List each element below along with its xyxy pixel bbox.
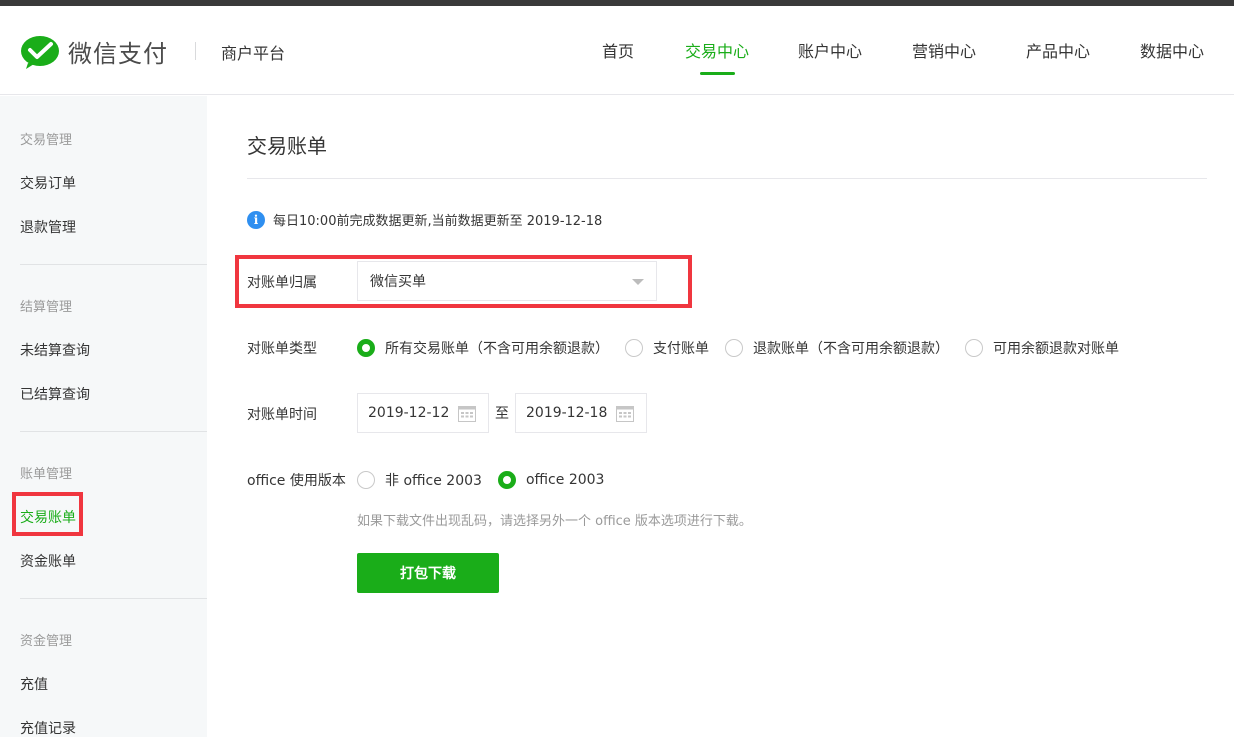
radio-label: 所有交易账单（不含可用余额退款） xyxy=(385,341,609,357)
radio-label: office 2003 xyxy=(525,472,605,488)
office-version-label: office 使用版本 xyxy=(247,473,346,489)
main-content: 交易账单 i 每日10:00前完成数据更新,当前数据更新至 2019-12-18… xyxy=(207,96,1234,737)
office-option-2003[interactable]: office 2003 xyxy=(497,471,605,489)
bill-type-radio-group: 所有交易账单（不含可用余额退款） 支付账单 退款账单（不含可用余额退款） 可用余… xyxy=(357,338,1135,358)
radio-unchecked-icon xyxy=(625,339,643,357)
update-notice: i 每日10:00前完成数据更新,当前数据更新至 2019-12-18 xyxy=(247,210,602,229)
sidebar-item-fund-bill[interactable]: 资金账单 xyxy=(20,551,76,571)
calendar-icon xyxy=(458,406,476,422)
top-nav: 首页 交易中心 账户中心 营销中心 产品中心 数据中心 xyxy=(0,38,1234,78)
nav-data-center[interactable]: 数据中心 xyxy=(1140,38,1204,62)
sidebar-item-trade-orders[interactable]: 交易订单 xyxy=(20,173,76,193)
annotation-highlight-box xyxy=(12,492,83,536)
bill-type-option-all[interactable]: 所有交易账单（不含可用余额退款） xyxy=(357,338,609,358)
bill-type-label: 对账单类型 xyxy=(247,341,317,357)
bill-type-option-refund[interactable]: 退款账单（不含可用余额退款） xyxy=(725,338,949,358)
bill-type-option-balance-refund[interactable]: 可用余额退款对账单 xyxy=(965,338,1119,358)
radio-checked-icon xyxy=(357,339,375,357)
sidebar-divider xyxy=(20,431,207,432)
page-title: 交易账单 xyxy=(247,134,327,158)
office-version-radio-group: 非 office 2003 office 2003 xyxy=(357,470,620,490)
nav-account-center[interactable]: 账户中心 xyxy=(798,38,862,62)
date-range-separator: 至 xyxy=(495,406,509,422)
nav-active-underline xyxy=(700,72,735,75)
office-option-non-2003[interactable]: 非 office 2003 xyxy=(357,470,482,490)
end-date-value: 2019-12-18 xyxy=(526,405,608,421)
nav-trade-center[interactable]: 交易中心 xyxy=(685,38,749,62)
end-date-input[interactable]: 2019-12-18 xyxy=(515,393,647,433)
sidebar-item-settled-query[interactable]: 已结算查询 xyxy=(20,384,90,404)
sidebar-item-refund-management[interactable]: 退款管理 xyxy=(20,217,76,237)
office-hint: 如果下载文件出现乱码，请选择另外一个 office 版本选项进行下载。 xyxy=(357,514,752,529)
sidebar-divider xyxy=(20,264,207,265)
header: 微信支付 商户平台 首页 交易中心 账户中心 营销中心 产品中心 数据中心 xyxy=(0,6,1234,95)
radio-label: 支付账单 xyxy=(653,341,709,357)
nav-marketing-center[interactable]: 营销中心 xyxy=(912,38,976,62)
sidebar-group-title: 交易管理 xyxy=(20,133,73,148)
radio-label: 非 office 2003 xyxy=(385,473,482,489)
bill-type-option-payment[interactable]: 支付账单 xyxy=(625,338,709,358)
start-date-value: 2019-12-12 xyxy=(368,405,450,421)
sidebar-item-recharge-records[interactable]: 充值记录 xyxy=(20,718,76,738)
sidebar-group-title: 结算管理 xyxy=(20,300,73,315)
sidebar: 交易管理 交易订单 退款管理 结算管理 未结算查询 已结算查询 账单管理 交易账… xyxy=(0,96,207,737)
bill-time-label: 对账单时间 xyxy=(247,407,317,423)
sidebar-group-title: 账单管理 xyxy=(20,467,73,482)
calendar-icon xyxy=(616,406,634,422)
radio-unchecked-icon xyxy=(725,339,743,357)
info-icon: i xyxy=(247,210,265,229)
notice-text: 每日10:00前完成数据更新,当前数据更新至 2019-12-18 xyxy=(273,214,603,229)
sidebar-item-unsettled-query[interactable]: 未结算查询 xyxy=(20,340,90,360)
radio-label: 可用余额退款对账单 xyxy=(993,341,1119,357)
sidebar-divider xyxy=(20,598,207,599)
nav-home[interactable]: 首页 xyxy=(602,38,634,62)
nav-product-center[interactable]: 产品中心 xyxy=(1026,38,1090,62)
sidebar-item-recharge[interactable]: 充值 xyxy=(20,674,48,694)
radio-unchecked-icon xyxy=(965,339,983,357)
sidebar-group-title: 资金管理 xyxy=(20,634,73,649)
radio-label: 退款账单（不含可用余额退款） xyxy=(753,341,949,357)
download-package-button[interactable]: 打包下载 xyxy=(357,553,499,593)
radio-unchecked-icon xyxy=(357,471,375,489)
start-date-input[interactable]: 2019-12-12 xyxy=(357,393,489,433)
radio-checked-icon xyxy=(497,471,516,489)
annotation-highlight-box xyxy=(235,255,692,308)
title-divider xyxy=(247,178,1207,179)
